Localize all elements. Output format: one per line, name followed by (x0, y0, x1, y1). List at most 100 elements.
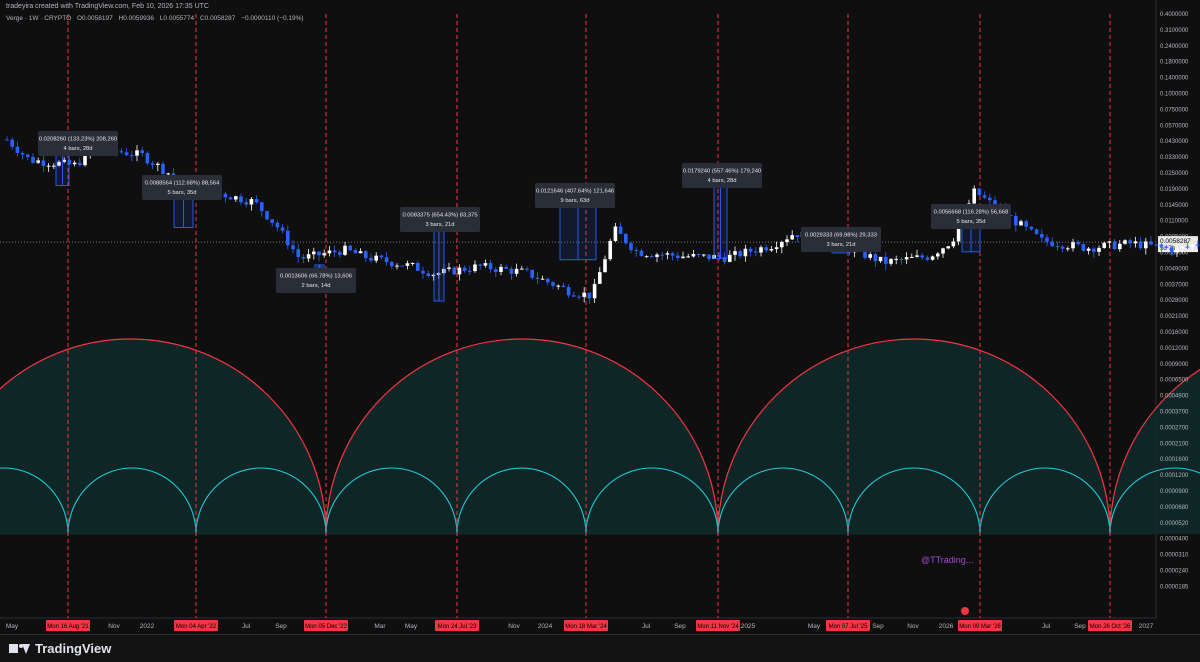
candle-body (327, 250, 332, 254)
candle-body (702, 254, 706, 256)
measurement-value: 0.0013606 (66.78%) 13,606 (280, 274, 352, 280)
candle-body (384, 257, 389, 263)
price-tick-label: 0.2400000 (1160, 44, 1189, 50)
candle-body (343, 245, 347, 255)
candle-body (629, 243, 633, 251)
price-tick-label: 0.0570000 (1160, 123, 1189, 129)
price-tick-label: 0.0000310 (1160, 553, 1189, 559)
symbol-legend: Verge · 1W · CRYPTO O0.0058197 H0.005993… (6, 15, 308, 22)
price-tick-label: 0.0049000 (1160, 266, 1189, 272)
candle-body (738, 251, 742, 257)
candle-body (780, 242, 784, 248)
candle-body (1040, 234, 1044, 238)
candle-body (1066, 248, 1070, 250)
candle-body (639, 250, 644, 257)
measurement-value: 0.0208260 (133.23%) 208,260 (39, 137, 117, 143)
candle-body (743, 248, 748, 257)
ohlc-change: −0.0000110 (−0.19%) (241, 15, 304, 22)
measurement-value: 0.0179240 (557.46%) 179,240 (683, 169, 761, 175)
candle-body (884, 256, 888, 264)
candle-body (910, 256, 914, 258)
candle-body (977, 188, 982, 196)
measurement-label-box (535, 183, 615, 208)
last-price-label: 0.0058287 (1160, 238, 1191, 245)
candle-body (676, 255, 680, 259)
price-tick-label: 0.0021000 (1160, 314, 1189, 320)
candle-body (156, 163, 160, 165)
ohlc-close: C0.0058287 (199, 15, 236, 22)
time-tick-label: Jul (642, 623, 651, 630)
measurement-label-box (931, 204, 1011, 229)
candle-body (520, 268, 524, 270)
candle-body (904, 257, 909, 260)
candle-body (26, 154, 30, 157)
candle-body (1128, 240, 1132, 244)
candle-body (1014, 216, 1018, 226)
candle-body (234, 196, 238, 200)
candle-body (925, 257, 930, 260)
price-tick-label: 0.0145000 (1160, 203, 1189, 209)
candle-body (452, 267, 456, 275)
candle-body (899, 258, 904, 260)
candle-body (1118, 243, 1122, 250)
candle-body (228, 197, 233, 200)
candle-body (686, 256, 690, 258)
candle-body (894, 258, 898, 260)
candle-body (754, 251, 758, 253)
candle-body (306, 254, 311, 259)
time-tick-label: 2025 (741, 623, 756, 630)
time-tick-label: 2027 (1139, 623, 1154, 630)
candle-body (577, 296, 581, 298)
candle-body (286, 230, 290, 246)
candle-body (1092, 248, 1096, 252)
cycle-date-label: Mon 05 Dec '22 (305, 624, 347, 630)
measurement-duration: 4 bars, 28d (707, 178, 736, 184)
candle-body (270, 219, 274, 223)
candle-body (280, 227, 285, 231)
tradingview-logo-icon (9, 642, 31, 656)
candle-body (1034, 229, 1039, 235)
candle-body (426, 273, 430, 277)
symbol-name[interactable]: Verge · 1W · CRYPTO (6, 15, 71, 22)
cycle-baseline (0, 534, 1156, 535)
candle-body (379, 255, 384, 258)
candle-body (1019, 221, 1023, 226)
candle-body (660, 254, 664, 256)
candle-body (1180, 246, 1184, 248)
measurement-label-box (801, 227, 881, 252)
candle-body (551, 282, 555, 286)
candle-body (681, 256, 685, 259)
measurement-label-box (276, 268, 356, 293)
measurement-duration: 2 bars, 14d (301, 283, 330, 289)
tradingview-logo[interactable]: TradingView (9, 641, 111, 656)
candle-body (546, 278, 550, 283)
candle-body (1071, 242, 1075, 249)
candle-body (915, 255, 919, 257)
cycle-date-label: Mon 24 Jul '23 (438, 624, 477, 630)
candle-body (572, 295, 576, 297)
candle-body (1076, 242, 1080, 245)
candle-body (1144, 241, 1148, 249)
candle-body (161, 163, 165, 174)
candle-body (46, 165, 51, 167)
candle-body (244, 202, 248, 205)
candle-body (1164, 246, 1169, 248)
measurement-label-box (400, 207, 480, 232)
candle-body (509, 268, 514, 274)
time-tick-label: Sep (1074, 623, 1086, 630)
candle-body (447, 267, 451, 269)
price-tick-label: 0.0016000 (1160, 330, 1189, 336)
candle-body (145, 153, 150, 164)
candle-body (390, 262, 394, 267)
price-tick-label: 0.0000900 (1160, 489, 1189, 495)
price-tick-label: 0.0037000 (1160, 282, 1189, 288)
cycle-date-labels: Mon 16 Aug '21 Mon 04 Apr '22 Mon 05 Dec '… (46, 620, 1132, 631)
candle-body (332, 250, 337, 253)
candle-body (254, 199, 259, 203)
candle-body (260, 202, 264, 212)
candle-body (764, 247, 768, 251)
price-chart[interactable]: 0.4000000 0.3100000 0.2400000 0.1800000 0.14… (0, 0, 1200, 634)
candle-body (733, 251, 737, 255)
candle-body (78, 162, 82, 166)
brand-name: TradingView (35, 641, 112, 656)
